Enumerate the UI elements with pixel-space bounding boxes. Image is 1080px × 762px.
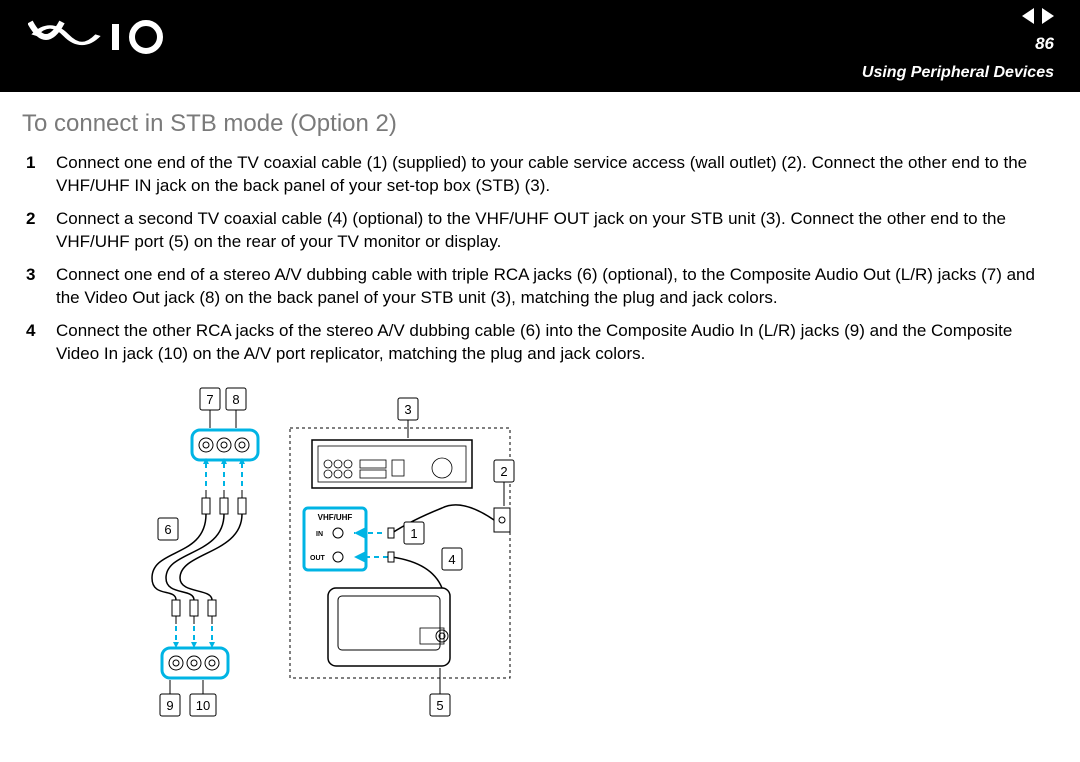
callout-3: 3 [404, 402, 411, 417]
step-item: Connect the other RCA jacks of the stere… [22, 320, 1058, 366]
page-number: 86 [1035, 34, 1054, 54]
step-item: Connect one end of the TV coaxial cable … [22, 152, 1058, 198]
callout-10: 10 [196, 698, 210, 713]
page-heading: To connect in STB mode (Option 2) [22, 110, 1058, 138]
page-content: To connect in STB mode (Option 2) Connec… [0, 92, 1080, 746]
vhfuhf-label: VHF/UHF [318, 513, 353, 522]
vaio-logo [28, 18, 168, 56]
next-page-icon[interactable] [1042, 8, 1054, 24]
in-label: IN [316, 531, 323, 538]
callout-9: 9 [166, 698, 173, 713]
out-label: OUT [310, 555, 326, 562]
section-title: Using Peripheral Devices [862, 64, 1054, 82]
nav-arrows [1022, 8, 1054, 24]
callout-7: 7 [206, 392, 213, 407]
step-item: Connect a second TV coaxial cable (4) (o… [22, 208, 1058, 254]
steps-list: Connect one end of the TV coaxial cable … [22, 152, 1058, 366]
step-item: Connect one end of a stereo A/V dubbing … [22, 264, 1058, 310]
callout-2: 2 [500, 464, 507, 479]
callout-1: 1 [410, 526, 417, 541]
callout-4: 4 [448, 552, 455, 567]
callout-6: 6 [164, 522, 171, 537]
connection-diagram: VHF/UHF IN OUT [142, 378, 562, 746]
header-bar: 86 Using Peripheral Devices [0, 0, 1080, 92]
prev-page-icon[interactable] [1022, 8, 1034, 24]
tv-monitor-icon [328, 588, 450, 666]
callout-8: 8 [232, 392, 239, 407]
callout-5: 5 [436, 698, 443, 713]
